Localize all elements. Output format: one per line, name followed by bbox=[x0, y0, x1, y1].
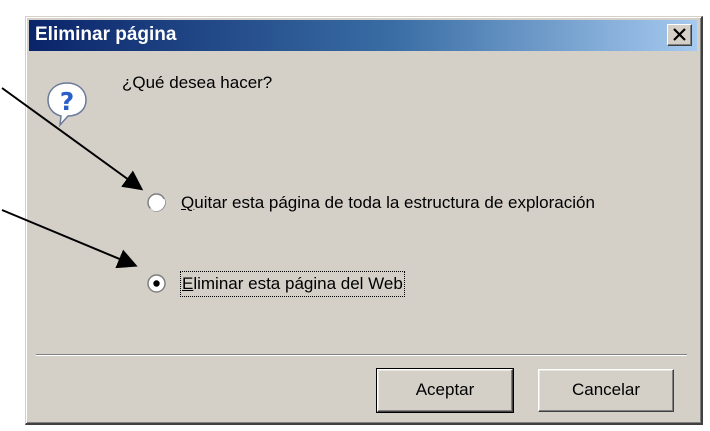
close-icon bbox=[673, 28, 686, 41]
question-icon: ? bbox=[47, 82, 87, 127]
question-text: ¿Qué desea hacer? bbox=[122, 73, 273, 92]
separator bbox=[36, 354, 687, 356]
title-bar[interactable]: Eliminar página bbox=[29, 20, 697, 51]
option-remove-structure-label: Quitar esta página de toda la estructura… bbox=[181, 193, 595, 212]
radio-unselected[interactable] bbox=[147, 193, 166, 212]
svg-text:?: ? bbox=[60, 87, 75, 116]
option-delete-from-web-label: Eliminar esta página del Web bbox=[180, 271, 405, 297]
cancel-button[interactable]: Cancelar bbox=[538, 369, 674, 412]
close-button[interactable] bbox=[667, 24, 692, 46]
dialog-title: Eliminar página bbox=[35, 24, 177, 45]
ok-button[interactable]: Aceptar bbox=[376, 368, 514, 413]
delete-page-dialog: Eliminar página ? ¿Qué desea hacer? Quit… bbox=[25, 16, 703, 425]
radio-selected[interactable] bbox=[147, 274, 166, 293]
